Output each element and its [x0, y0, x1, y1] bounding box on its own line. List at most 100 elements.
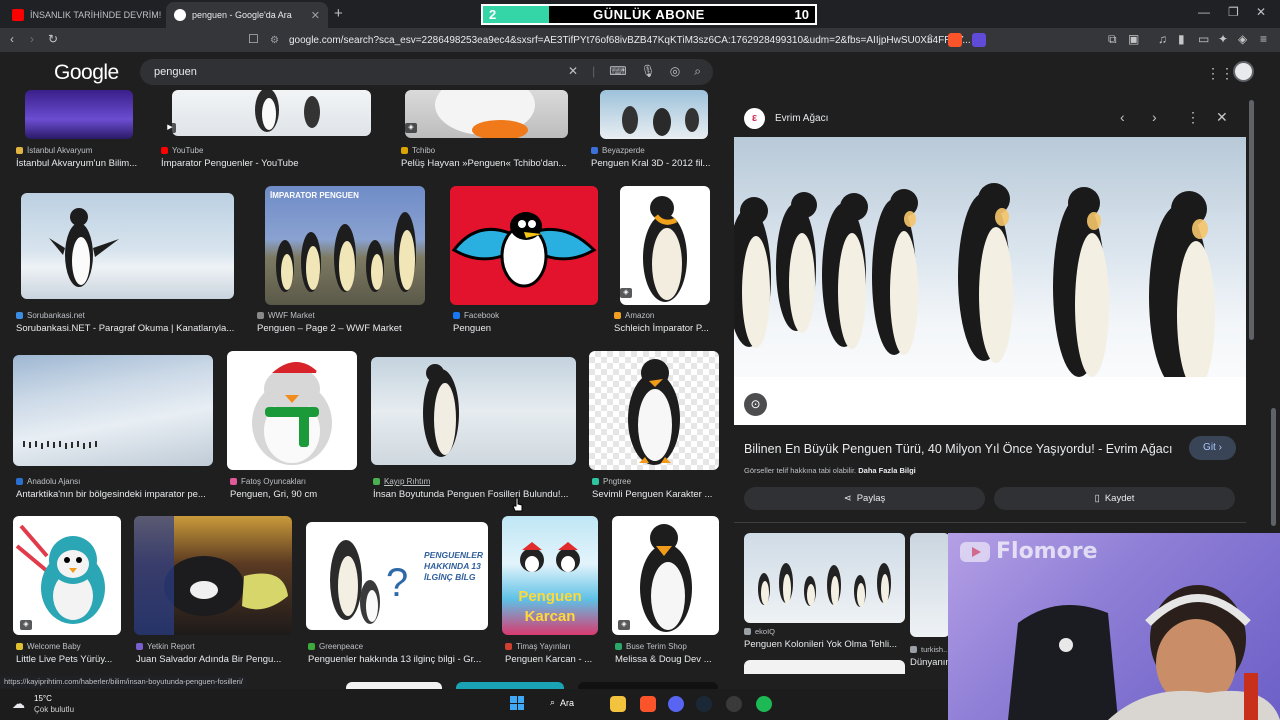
result-source[interactable]: Sorubankasi.net	[16, 311, 85, 320]
result-source[interactable]: Greenpeace	[308, 642, 363, 651]
result-title[interactable]: Penguen Karcan - ...	[505, 654, 605, 665]
result-source[interactable]: Fatoş Oyuncakları	[230, 477, 306, 486]
site-info-icon[interactable]: ⚙	[270, 35, 279, 46]
result-thumbnail[interactable]	[172, 90, 371, 136]
close-tab-icon[interactable]: ✕	[305, 9, 320, 22]
result-thumbnail[interactable]	[13, 355, 213, 466]
result-title[interactable]: Penguen, Gri, 90 cm	[230, 489, 360, 500]
windows-start-icon[interactable]	[510, 696, 524, 710]
google-logo[interactable]: Google	[54, 61, 119, 85]
leo-ai-icon[interactable]: ✦	[1218, 32, 1228, 46]
tab-youtube[interactable]: İNSANLIK TARİHİNDE DEVRİM! 🥚 -	[4, 2, 162, 28]
sidebar-icon[interactable]: ▮	[1178, 32, 1185, 46]
taskbar-search[interactable]: ⌕ Ara	[550, 697, 574, 708]
weather-temperature[interactable]: 15°C	[34, 694, 52, 703]
related-title[interactable]: Penguen Kolonileri Yok Olma Tehli...	[744, 639, 909, 650]
brave-browser-icon[interactable]	[640, 696, 656, 712]
result-source[interactable]: Kayıp Rıhtım	[373, 477, 430, 486]
preview-image[interactable]: ⊙	[734, 137, 1246, 425]
result-thumbnail[interactable]	[21, 193, 234, 299]
result-thumbnail[interactable]	[405, 90, 568, 138]
result-title[interactable]: İstanbul Akvaryum'un Bilim...	[16, 158, 144, 169]
result-title[interactable]: Sorubankasi.NET - Paragraf Okuma | Kanat…	[16, 323, 240, 334]
close-window-icon[interactable]: ✕	[1256, 5, 1266, 19]
visit-button[interactable]: Git ›	[1189, 436, 1236, 460]
result-source[interactable]: Anadolu Ajansı	[16, 477, 80, 486]
back-icon[interactable]: ‹	[10, 32, 14, 46]
lens-icon[interactable]: ◎	[670, 64, 680, 79]
forward-icon[interactable]: ›	[30, 32, 34, 46]
file-explorer-icon[interactable]	[610, 696, 626, 712]
weather-description[interactable]: Çok bulutlu	[34, 705, 74, 714]
previous-icon[interactable]: ‹	[1120, 109, 1125, 125]
maximize-icon[interactable]: ❐	[1228, 5, 1239, 19]
more-options-icon[interactable]: ⋮	[1186, 109, 1200, 126]
result-thumbnail[interactable]: Penguen Karcan	[502, 516, 598, 635]
avatar[interactable]	[1233, 61, 1254, 82]
result-source[interactable]: Yetkin Report	[136, 642, 195, 651]
discord-icon[interactable]	[668, 696, 684, 712]
obs-icon[interactable]	[726, 696, 742, 712]
more-info-link[interactable]: Daha Fazla Bilgi	[858, 466, 916, 475]
spotify-icon[interactable]	[756, 696, 772, 712]
result-title[interactable]: Sevimli Penguen Karakter ...	[592, 489, 718, 500]
related-thumbnail[interactable]	[744, 660, 905, 674]
search-icon[interactable]: ⌕	[694, 64, 701, 79]
menu-icon[interactable]: ≡	[1260, 32, 1267, 46]
minimize-icon[interactable]: —	[1198, 5, 1210, 19]
close-panel-icon[interactable]: ✕	[1216, 109, 1228, 126]
save-button[interactable]: ▯ Kaydet	[994, 487, 1235, 510]
lens-search-icon[interactable]: ⊙	[744, 393, 767, 416]
result-thumbnail[interactable]	[600, 90, 708, 139]
new-tab-button[interactable]: +	[334, 5, 343, 22]
bookmark-icon[interactable]: ☐	[248, 32, 259, 46]
result-thumbnail[interactable]	[589, 351, 719, 470]
result-source[interactable]: Facebook	[453, 311, 499, 320]
result-source[interactable]: Buse Terim Shop	[615, 642, 687, 651]
result-source[interactable]: İstanbul Akvaryum	[16, 146, 92, 155]
result-title[interactable]: Antarktika'nın bir bölgesindeki imparato…	[16, 489, 211, 500]
result-title[interactable]: İnsan Boyutunda Penguen Fosilleri Bulund…	[373, 489, 578, 500]
result-title[interactable]: Juan Salvador Adında Bir Pengu...	[136, 654, 294, 665]
result-title[interactable]: Pelüş Hayvan »Penguen« Tchibo'dan...	[401, 158, 576, 169]
result-title[interactable]: İmparator Penguenler - YouTube	[161, 158, 381, 169]
address-bar[interactable]: ⚙ google.com/search?sca_esv=2286498253ea…	[270, 30, 990, 50]
result-source[interactable]: Welcome Baby	[16, 642, 81, 651]
result-title[interactable]: Penguen Kral 3D - 2012 fil...	[591, 158, 716, 169]
related-thumbnail[interactable]	[744, 533, 905, 623]
result-thumbnail[interactable]	[13, 516, 121, 635]
result-title[interactable]: Schleich İmparator P...	[614, 323, 718, 334]
result-thumbnail[interactable]: İMPARATOR PENGUEN	[265, 186, 425, 305]
result-thumbnail[interactable]	[620, 186, 710, 305]
result-thumbnail[interactable]	[134, 516, 292, 635]
result-title[interactable]: Penguen	[453, 323, 593, 334]
brave-shields-icon[interactable]	[948, 33, 962, 47]
result-title[interactable]: Penguen – Page 2 – WWF Market	[257, 323, 437, 334]
next-icon[interactable]: ›	[1152, 109, 1157, 125]
result-source[interactable]: Tchibo	[401, 146, 435, 155]
result-thumbnail[interactable]: ? PENGUENLER HAKKINDA 13 İLGİNÇ BİLG	[306, 522, 488, 630]
result-source[interactable]: Beyazperde	[591, 146, 645, 155]
related-source[interactable]: ekoIQ	[744, 627, 775, 636]
search-input[interactable]: penguen ✕ | ⌨ 🎙 ◎ ⌕	[140, 59, 713, 85]
brave-rewards-icon[interactable]	[972, 33, 986, 47]
screenshot-icon[interactable]: ▣	[1128, 32, 1139, 46]
result-source[interactable]: WWF Market	[257, 311, 315, 320]
steam-icon[interactable]	[696, 696, 712, 712]
result-thumbnail[interactable]	[612, 516, 719, 635]
reload-icon[interactable]: ↻	[48, 32, 58, 46]
clear-icon[interactable]: ✕	[568, 64, 578, 79]
result-thumbnail[interactable]	[371, 357, 576, 465]
result-title[interactable]: Little Live Pets Yürüy...	[16, 654, 121, 665]
microphone-icon[interactable]: 🎙	[641, 64, 656, 79]
result-thumbnail[interactable]	[25, 90, 133, 139]
keyboard-icon[interactable]: ⌨	[609, 64, 626, 79]
share-button[interactable]: ⋖ Paylaş	[744, 487, 985, 510]
tab-google-search[interactable]: penguen - Google'da Ara ✕	[166, 2, 328, 28]
share-icon[interactable]: ⇪	[925, 32, 935, 46]
panel-scrollbar[interactable]	[1249, 100, 1254, 340]
result-source[interactable]: Amazon	[614, 311, 654, 320]
extensions-icon[interactable]: ⧉	[1108, 32, 1117, 47]
related-thumbnail[interactable]	[910, 533, 950, 637]
result-source[interactable]: Pngtree	[592, 477, 631, 486]
